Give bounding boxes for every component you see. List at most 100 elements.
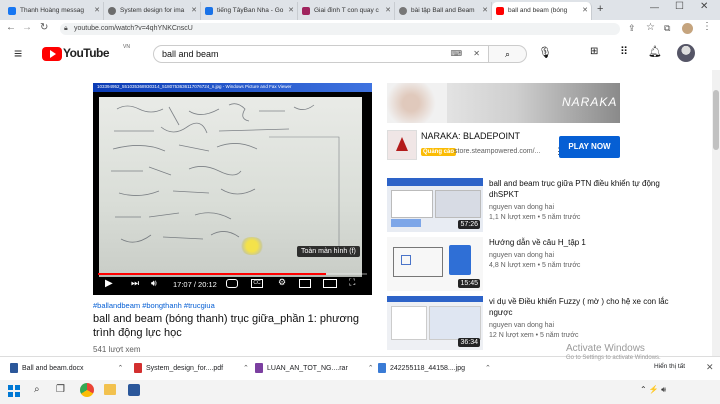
video-thumbnail[interactable]: 57:26: [387, 178, 483, 232]
maximize-button[interactable]: ☐: [675, 1, 684, 12]
profile-avatar[interactable]: [682, 23, 693, 34]
windows-start-icon[interactable]: [8, 385, 20, 397]
volume-icon[interactable]: 🔊︎: [151, 278, 157, 289]
word-taskbar-icon[interactable]: [128, 384, 140, 396]
recommendation-title: ball and beam trục giữa PTN điều khiển t…: [489, 179, 660, 199]
play-icon[interactable]: ▶: [105, 278, 113, 289]
voice-search-icon[interactable]: 🎙︎: [538, 46, 552, 59]
download-menu-icon[interactable]: ⌃: [368, 365, 374, 372]
close-icon[interactable]: ✕: [191, 2, 197, 20]
download-menu-icon[interactable]: ⌃: [243, 365, 249, 372]
recommendation-item[interactable]: 15:45 Hướng dẫn về câu H_tập 1 nguyen va…: [387, 237, 687, 293]
fullscreen-icon[interactable]: ⛶: [349, 277, 355, 288]
scrollbar-thumb[interactable]: [713, 90, 719, 150]
task-view-icon[interactable]: ❐: [56, 384, 65, 395]
recommendation-meta: 1,1 N lượt xem • 5 năm trước: [489, 214, 581, 221]
close-icon[interactable]: ✕: [582, 2, 588, 20]
youtube-logo-text[interactable]: YouTube: [63, 46, 110, 60]
tab-1[interactable]: System design for ima ✕: [104, 2, 201, 20]
recommendation-item[interactable]: 57:26 ball and beam trục giữa PTN điều k…: [387, 178, 687, 234]
play-now-button[interactable]: PLAY NOW: [559, 136, 620, 158]
recommendation-channel[interactable]: nguyen van dong hai: [489, 322, 554, 329]
apps-icon[interactable]: ⠿: [620, 45, 628, 58]
recommendation-channel[interactable]: nguyen van dong hai: [489, 204, 554, 211]
show-all-downloads-button[interactable]: Hiển thị tất: [654, 363, 685, 370]
new-tab-button[interactable]: +: [597, 3, 603, 15]
close-icon[interactable]: ✕: [482, 2, 488, 20]
tab-2[interactable]: tiếng TâyBan Nha - Go ✕: [201, 2, 298, 20]
forward-icon[interactable]: →: [22, 22, 32, 33]
miniplayer-icon[interactable]: [299, 279, 311, 288]
account-avatar[interactable]: [677, 44, 695, 62]
youtube-icon: [496, 7, 504, 15]
bookmark-star-icon[interactable]: ☆: [646, 22, 655, 33]
ad-badge: Quảng cáo: [421, 148, 457, 156]
download-menu-icon[interactable]: ⌃: [117, 365, 123, 372]
ad-logo-icon: [387, 130, 417, 160]
docs-icon: [205, 7, 213, 15]
progress-fill: [98, 273, 326, 275]
ad-banner-character: [387, 83, 447, 123]
back-icon[interactable]: ←: [6, 22, 16, 33]
next-video-icon[interactable]: ⏭︎: [131, 278, 139, 289]
download-item[interactable]: Ball and beam.docx ⌃: [10, 363, 123, 373]
recommendation-meta: 4,8 N lượt xem • 5 năm trước: [489, 262, 581, 269]
download-item[interactable]: LUAN_AN_TOT_NG....rar ⌃: [255, 363, 374, 373]
settings-gear-icon[interactable]: ⚙: [278, 277, 286, 288]
extensions-icon[interactable]: ⧉: [664, 23, 670, 34]
tab-0[interactable]: Thanh Hoàng messag ✕: [4, 2, 104, 20]
file-explorer-icon[interactable]: [104, 384, 116, 395]
view-count: 541 lượt xem: [93, 345, 141, 353]
close-icon[interactable]: ✕: [288, 2, 294, 20]
fullscreen-tooltip: Toàn màn hình (f): [297, 246, 360, 257]
notifications-bell-icon[interactable]: 🔔︎: [648, 45, 662, 58]
download-item[interactable]: System_design_for....pdf ⌃: [134, 363, 249, 373]
reload-icon[interactable]: ↻: [40, 22, 48, 33]
download-menu-icon[interactable]: ⌃: [485, 365, 491, 372]
share-icon[interactable]: ⇪: [628, 23, 636, 34]
search-icon: ⌕: [504, 49, 511, 59]
theater-mode-icon[interactable]: [323, 279, 337, 288]
youtube-logo-icon[interactable]: [42, 47, 62, 61]
video-player[interactable]: 103394952_551035368930314_51807536361170…: [93, 83, 372, 295]
tab-4[interactable]: bài tập Ball and Beam ✕: [395, 2, 492, 20]
download-item[interactable]: 242255118_44158....jpg ⌃: [378, 363, 491, 373]
close-icon[interactable]: ✕: [94, 2, 100, 20]
ad-banner[interactable]: NARAKA: [387, 83, 620, 123]
player-controls: ▶ ⏭︎ 🔊︎ 17:07 / 20:12 CC ⚙ ⛶: [93, 273, 372, 295]
hashtags[interactable]: #ballandbeam #bongthanh #trucgiua: [93, 301, 215, 310]
youtube-header: ≡ YouTube VN ball and beam ⌨ ✕ ⌕ 🎙︎ ⊞ ⠿ …: [0, 38, 720, 70]
close-download-bar-icon[interactable]: ✕: [706, 362, 714, 373]
hamburger-menu-icon[interactable]: ≡: [14, 45, 22, 61]
system-tray-icons[interactable]: ⌃ ⚡ 🔊︎: [640, 385, 666, 395]
menu-icon[interactable]: ⋮: [702, 21, 712, 32]
subtitles-icon[interactable]: CC: [251, 279, 263, 288]
watch-page: 103394952_551035368930314_51807536361170…: [0, 70, 720, 356]
time-display: 17:07 / 20:12: [173, 280, 217, 289]
video-thumbnail[interactable]: 36:34: [387, 296, 483, 350]
archive-file-icon: [255, 363, 263, 373]
tab-strip: Thanh Hoàng messag ✕ System design for im…: [0, 0, 720, 20]
search-button[interactable]: ⌕: [489, 45, 527, 63]
tab-3[interactable]: Giai đình T con quay c ✕: [298, 2, 395, 20]
recommendation-title: Hướng dẫn về câu H_tập 1: [489, 238, 586, 247]
recommendation-channel[interactable]: nguyen van dong hai: [489, 252, 554, 259]
close-window-button[interactable]: ✕: [700, 1, 708, 12]
chrome-taskbar-icon[interactable]: [80, 383, 94, 397]
page-scrollbar[interactable]: [712, 70, 720, 356]
video-thumbnail[interactable]: 15:45: [387, 237, 483, 291]
ad-title[interactable]: NARAKA: BLADEPOINT: [421, 131, 520, 141]
video-window-titlebar: 103394952_551035368930314_51807536361170…: [93, 83, 372, 92]
search-input[interactable]: ball and beam ⌨ ✕: [153, 45, 489, 63]
taskbar-search-icon[interactable]: ⌕: [34, 384, 40, 395]
close-icon[interactable]: ✕: [385, 2, 391, 20]
progress-bar[interactable]: [98, 273, 367, 275]
clear-search-icon[interactable]: ✕: [473, 46, 480, 62]
minimize-button[interactable]: —: [650, 2, 659, 12]
web-icon: [399, 7, 407, 15]
keyboard-icon[interactable]: ⌨: [450, 46, 462, 62]
create-video-icon[interactable]: ⊞: [590, 46, 598, 57]
autoplay-toggle[interactable]: [226, 279, 238, 288]
tab-5-active[interactable]: ball and beam (bóng ✕: [492, 2, 592, 20]
url-field[interactable]: 🔒︎ youtube.com/watch?v=4qhYNKCnscU: [60, 23, 620, 35]
